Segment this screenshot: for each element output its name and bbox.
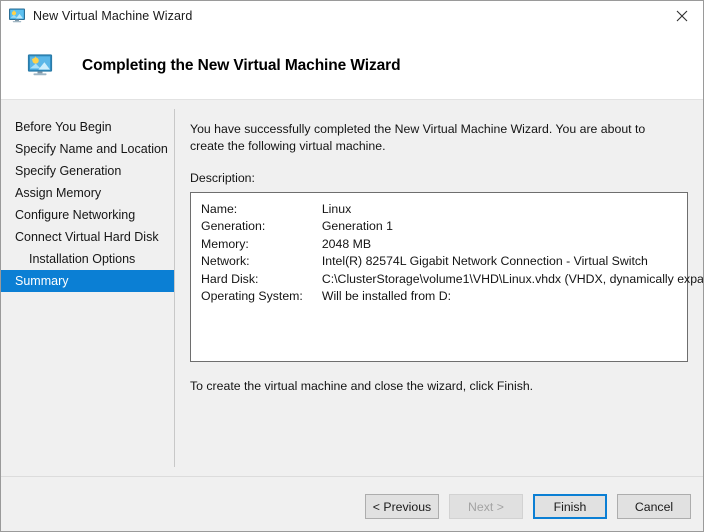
sidebar-item-label: Assign Memory xyxy=(15,186,102,200)
footnote-text: To create the virtual machine and close … xyxy=(190,379,534,393)
sidebar-item-configure-networking[interactable]: Configure Networking xyxy=(1,204,174,226)
new-virtual-machine-wizard-window: New Virtual Machine Wizard Completing th… xyxy=(0,0,704,532)
previous-button[interactable]: < Previous xyxy=(365,494,439,519)
summary-key: Network: xyxy=(201,254,250,269)
wizard-step-nav: Before You Begin Specify Name and Locati… xyxy=(1,116,174,292)
table-row: Memory: 2048 MB xyxy=(201,236,703,254)
wizard-header: Completing the New Virtual Machine Wizar… xyxy=(1,31,703,100)
summary-value: 2048 MB xyxy=(321,236,372,251)
sidebar-item-label: Specify Name and Location xyxy=(15,142,168,156)
next-button: Next > xyxy=(449,494,523,519)
wizard-footer: < Previous Next > Finish Cancel xyxy=(1,476,703,531)
sidebar-item-label: Specify Generation xyxy=(15,164,122,178)
sidebar-item-label: Before You Begin xyxy=(15,120,112,134)
sidebar-item-installation-options[interactable]: Installation Options xyxy=(1,248,174,270)
close-icon[interactable] xyxy=(659,1,703,30)
summary-value: Intel(R) 82574L Gigabit Network Connecti… xyxy=(321,254,648,269)
summary-key: Generation: xyxy=(201,219,266,234)
cancel-button[interactable]: Cancel xyxy=(617,494,691,519)
sidebar-item-assign-memory[interactable]: Assign Memory xyxy=(1,182,174,204)
finish-button[interactable]: Finish xyxy=(533,494,607,519)
summary-key: Memory: xyxy=(201,236,249,251)
page-title: Completing the New Virtual Machine Wizar… xyxy=(82,57,401,74)
wizard-content: You have successfully completed the New … xyxy=(190,101,703,393)
summary-value: Linux xyxy=(321,202,352,216)
wizard-body: Before You Begin Specify Name and Locati… xyxy=(1,101,703,476)
summary-key: Hard Disk: xyxy=(201,271,259,286)
sidebar-item-specify-name-and-location[interactable]: Specify Name and Location xyxy=(1,138,174,160)
vm-summary-table: Name: Linux Generation: Generation 1 Mem… xyxy=(201,202,704,306)
intro-text: You have successfully completed the New … xyxy=(190,122,646,153)
table-row: Operating System: Will be installed from… xyxy=(201,288,703,306)
table-row: Network: Intel(R) 82574L Gigabit Network… xyxy=(201,254,703,271)
table-row: Hard Disk: C:\ClusterStorage\volume1\VHD… xyxy=(201,271,704,289)
summary-value: Will be installed from D: xyxy=(321,288,451,303)
summary-key: Operating System: xyxy=(201,288,303,303)
sidebar-divider xyxy=(174,109,175,467)
sidebar-item-label: Summary xyxy=(15,274,69,288)
sidebar-item-summary[interactable]: Summary xyxy=(1,270,174,292)
button-row: < Previous Next > Finish Cancel xyxy=(365,494,691,519)
summary-value: C:\ClusterStorage\volume1\VHD\Linux.vhdx… xyxy=(321,271,704,286)
sidebar-item-specify-generation[interactable]: Specify Generation xyxy=(1,160,174,182)
sidebar-item-connect-virtual-hard-disk[interactable]: Connect Virtual Hard Disk xyxy=(1,226,174,248)
sidebar-item-before-you-begin[interactable]: Before You Begin xyxy=(1,116,174,138)
virtual-machine-icon xyxy=(26,53,54,79)
virtual-machine-icon xyxy=(8,7,26,25)
description-label: Description: xyxy=(190,171,255,185)
summary-key: Name: xyxy=(201,202,238,216)
window-title: New Virtual Machine Wizard xyxy=(33,9,193,23)
summary-value: Generation 1 xyxy=(321,219,393,234)
vm-summary-box: Name: Linux Generation: Generation 1 Mem… xyxy=(190,192,703,362)
sidebar-item-label: Configure Networking xyxy=(15,208,136,222)
title-bar: New Virtual Machine Wizard xyxy=(1,1,703,31)
sidebar-item-label: Connect Virtual Hard Disk xyxy=(15,230,159,244)
sidebar-item-label: Installation Options xyxy=(29,252,136,266)
table-row: Generation: Generation 1 xyxy=(201,219,703,236)
table-row: Name: Linux xyxy=(201,202,703,219)
